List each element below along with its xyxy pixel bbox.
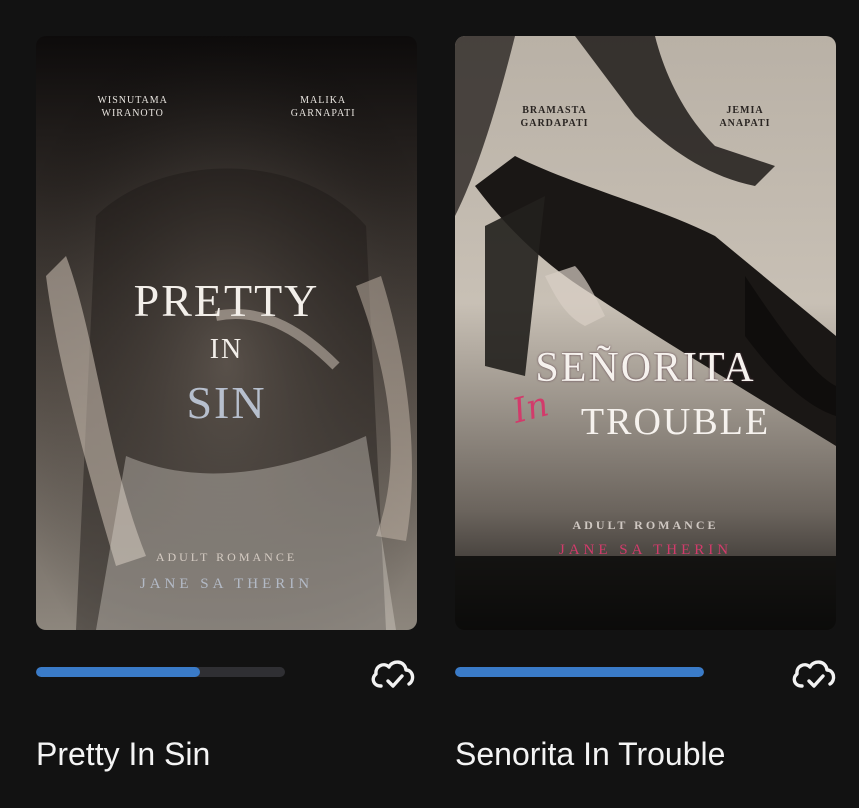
- book-title[interactable]: Pretty In Sin: [36, 734, 417, 774]
- cover-author-right: JEMIA ANAPATI: [719, 105, 771, 129]
- cover-authors: BRAMASTA GARDAPATI JEMIA ANAPATI: [455, 104, 836, 130]
- cover-author: JANE SA THERIN: [139, 576, 314, 592]
- book-meta-row: [36, 654, 417, 694]
- reading-progress-fill: [36, 667, 201, 677]
- reading-progress-bar: [455, 667, 704, 677]
- book-title[interactable]: Senorita In Trouble: [455, 734, 836, 774]
- reading-progress-bar: [36, 667, 285, 677]
- reading-progress-fill: [455, 667, 704, 677]
- book-cover[interactable]: WISNUTAMA WIRANOTO MALIKA GARNAPATI PRET…: [36, 36, 417, 630]
- cover-title-line1: PRETTY: [133, 275, 320, 326]
- cover-title-line2: TROUBLE: [580, 401, 771, 443]
- cloud-check-icon[interactable]: [788, 654, 838, 694]
- cover-title-line3: SIN: [186, 377, 267, 428]
- cover-author-left: WISNUTAMA WIRANOTO: [97, 95, 168, 119]
- cover-artwork: [36, 36, 417, 630]
- book-card-pretty-in-sin[interactable]: WISNUTAMA WIRANOTO MALIKA GARNAPATI PRET…: [36, 36, 417, 774]
- cover-author-left: BRAMASTA GARDAPATI: [520, 105, 589, 129]
- cover-title-line2: IN: [209, 334, 244, 365]
- cloud-check-icon[interactable]: [367, 654, 417, 694]
- book-card-senorita-in-trouble[interactable]: BRAMASTA GARDAPATI JEMIA ANAPATI SEÑORIT…: [455, 36, 836, 774]
- cover-genre: ADULT ROMANCE: [155, 550, 298, 564]
- cover-author: JANE SA THERIN: [558, 542, 733, 558]
- cover-author-right: MALIKA GARNAPATI: [290, 95, 356, 119]
- cover-authors: WISNUTAMA WIRANOTO MALIKA GARNAPATI: [36, 94, 417, 120]
- book-meta-row: [455, 654, 836, 694]
- cover-genre: ADULT ROMANCE: [572, 518, 719, 532]
- book-cover[interactable]: BRAMASTA GARDAPATI JEMIA ANAPATI SEÑORIT…: [455, 36, 836, 630]
- cover-title-line1: SEÑORITA: [535, 345, 756, 391]
